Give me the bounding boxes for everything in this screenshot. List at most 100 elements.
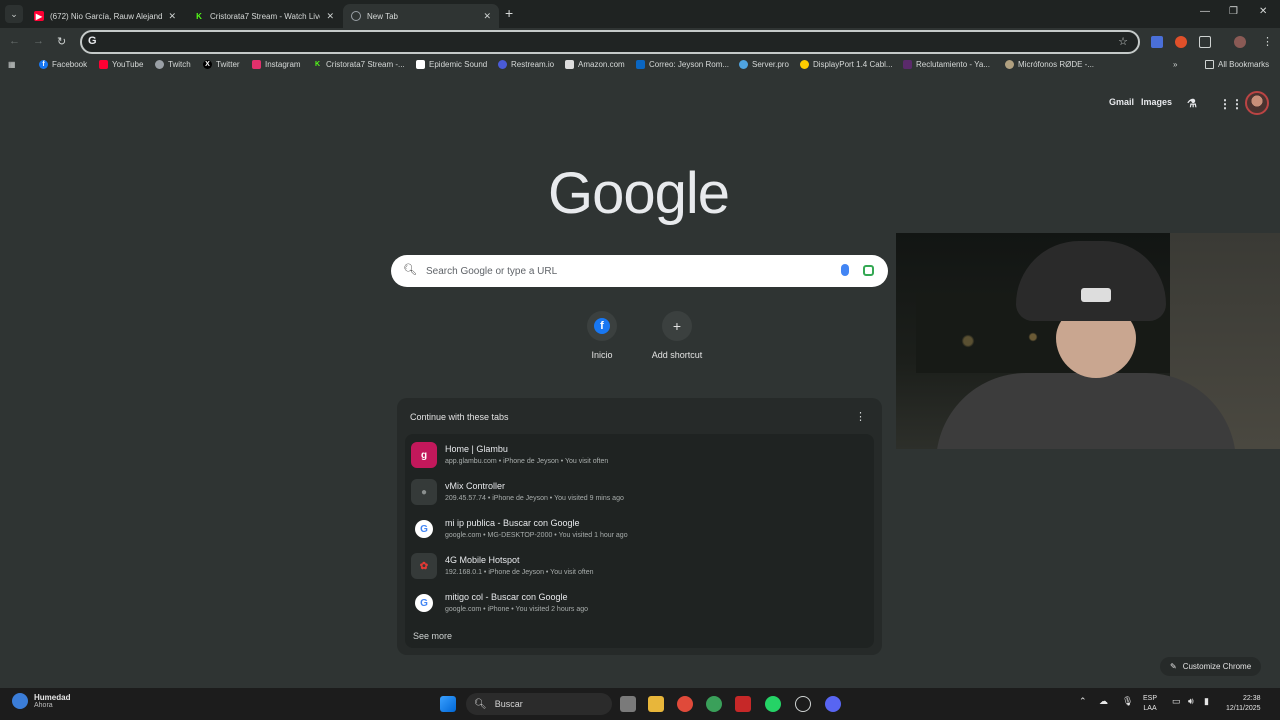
back-icon[interactable]: ←	[9, 35, 20, 47]
plus-icon: +	[662, 311, 692, 341]
google-logo: Google	[548, 161, 730, 226]
new-tab-button[interactable]: +	[505, 5, 513, 21]
volume-icon[interactable]: 🔊︎	[1188, 696, 1194, 707]
item-title: mi ip publica - Buscar con Google	[445, 518, 580, 528]
glambu-icon: g	[411, 442, 437, 468]
tab-title: Cristorata7 Stream - Watch Live	[210, 11, 321, 21]
list-item[interactable]: g Home | Glambu app.glambu.com • iPhone …	[405, 438, 874, 474]
bookmark-restream[interactable]: Restream.io	[498, 60, 554, 69]
minimize-button[interactable]: —	[1200, 6, 1210, 17]
search-icon: 🔍︎	[474, 698, 487, 710]
item-title: mitigo col - Buscar con Google	[445, 592, 568, 602]
taskbar: Humedad Ahora 🔍︎ Buscar ⌃ ☁ 🎙︎ ESP LAA ▭…	[0, 688, 1280, 720]
discord-icon[interactable]	[825, 696, 841, 712]
all-bookmarks-button[interactable]: All Bookmarks	[1205, 60, 1269, 69]
bookmark-server-pro[interactable]: Server.pro	[739, 60, 789, 69]
task-view-icon[interactable]	[620, 696, 636, 712]
customize-label: Customize Chrome	[1182, 662, 1252, 671]
bookmark-youtube[interactable]: YouTube	[99, 60, 143, 69]
facebook-icon: f	[39, 60, 48, 69]
weather-title: Humedad	[34, 693, 71, 702]
search-input[interactable]: Search Google or type a URL	[426, 266, 557, 277]
tab-search-button[interactable]: ⌄	[5, 5, 23, 23]
list-item[interactable]: G mi ip publica - Buscar con Google goog…	[405, 512, 874, 548]
restream-icon	[498, 60, 507, 69]
close-icon[interactable]: ✕	[326, 11, 334, 22]
close-icon[interactable]: ✕	[483, 11, 491, 22]
settings-app-icon[interactable]	[795, 696, 811, 712]
close-window-button[interactable]: ✕	[1259, 6, 1267, 17]
bookmark-facebook[interactable]: f Facebook	[39, 60, 87, 69]
webcam-overlay	[896, 233, 1280, 449]
google-apps-icon[interactable]: ⋮⋮	[1219, 97, 1243, 111]
forward-icon[interactable]: →	[33, 35, 44, 47]
bookmark-twitter[interactable]: X Twitter	[203, 60, 240, 69]
customize-chrome-button[interactable]: ✎ Customize Chrome	[1160, 657, 1262, 676]
labs-flask-icon[interactable]: ⚗	[1187, 97, 1197, 110]
images-link[interactable]: Images	[1141, 97, 1172, 107]
huawei-icon: ✿	[411, 553, 437, 579]
extensions-puzzle-icon[interactable]	[1199, 36, 1211, 48]
add-shortcut-button[interactable]: + Add shortcut	[645, 311, 709, 360]
shortcut-label: Add shortcut	[651, 350, 703, 360]
close-icon[interactable]: ✕	[168, 11, 176, 22]
bookmark-instagram[interactable]: Instagram	[252, 60, 301, 69]
input-language[interactable]: ESP LAA	[1143, 694, 1157, 714]
bookmark-correo[interactable]: Correo: Jeyson Rom...	[636, 60, 729, 69]
system-clock[interactable]: 22:38 12/11/2025	[1226, 694, 1261, 714]
bookmark-rode[interactable]: Micrófonos RØDE -...	[1005, 60, 1094, 69]
item-title: 4G Mobile Hotspot	[445, 555, 520, 565]
media-app-icon[interactable]	[735, 696, 751, 712]
tab-youtube[interactable]: ▶ (672) Nio García, Rauw Alejand ✕	[26, 4, 184, 28]
maximize-button[interactable]: ❐	[1229, 6, 1238, 17]
profile-icon[interactable]	[1234, 36, 1246, 48]
apps-grid-icon[interactable]: ▦	[8, 60, 16, 69]
windows-start-icon[interactable]	[440, 696, 456, 712]
extension-icon[interactable]	[1175, 36, 1187, 48]
bookmark-twitch[interactable]: Twitch	[155, 60, 191, 69]
translate-extension-icon[interactable]	[1151, 36, 1163, 48]
shortcut-inicio[interactable]: f Inicio	[570, 311, 634, 360]
network-icon[interactable]: ▭	[1172, 696, 1181, 707]
chrome-icon[interactable]	[677, 696, 693, 712]
reload-icon[interactable]: ↻	[57, 35, 66, 48]
file-explorer-icon[interactable]	[648, 696, 664, 712]
more-options-icon[interactable]: ⋮	[855, 410, 866, 423]
search-box[interactable]: 🔍︎ Search Google or type a URL	[391, 255, 888, 287]
weather-widget[interactable]: Humedad Ahora	[12, 693, 70, 709]
list-item[interactable]: G mitigo col - Buscar con Google google.…	[405, 586, 874, 622]
microphone-tray-icon[interactable]: 🎙︎	[1122, 696, 1133, 707]
whatsapp-icon[interactable]	[765, 696, 781, 712]
taskbar-search[interactable]: 🔍︎ Buscar	[466, 693, 612, 715]
bookmark-epidemic-sound[interactable]: Epidemic Sound	[416, 60, 487, 69]
globe-icon	[800, 60, 809, 69]
microphone-icon[interactable]	[841, 264, 849, 276]
bookmark-star-icon[interactable]: ☆	[1118, 35, 1128, 48]
bookmark-amazon[interactable]: Amazon.com	[565, 60, 625, 69]
item-title: vMix Controller	[445, 481, 506, 491]
bookmark-reclutamiento[interactable]: Reclutamiento - Ya...	[903, 60, 990, 69]
list-item[interactable]: ● vMix Controller 209.45.57.74 • iPhone …	[405, 475, 874, 511]
tray-chevron-icon[interactable]: ⌃	[1079, 696, 1087, 707]
account-avatar[interactable]	[1245, 91, 1269, 115]
shortcut-label: Inicio	[591, 350, 613, 360]
battery-icon[interactable]: ▮	[1204, 696, 1209, 707]
bookmarks-bar: ▦ f Facebook YouTube Twitch X Twitter Inst…	[0, 58, 1280, 76]
instagram-icon	[252, 60, 261, 69]
google-icon: G	[415, 520, 433, 538]
amazon-icon	[565, 60, 574, 69]
kebab-menu-icon[interactable]: ⋮	[1262, 35, 1273, 48]
bookmark-kick[interactable]: K Cristorata7 Stream -...	[313, 60, 405, 69]
chrome-active-icon[interactable]	[706, 696, 722, 712]
list-item[interactable]: ✿ 4G Mobile Hotspot 192.168.0.1 • iPhone…	[405, 549, 874, 585]
tab-kick-stream[interactable]: K Cristorata7 Stream - Watch Live ✕	[186, 4, 342, 28]
bookmarks-overflow-icon[interactable]: »	[1173, 60, 1177, 69]
tab-new-tab[interactable]: New Tab ✕	[343, 4, 499, 28]
see-more-link[interactable]: See more	[413, 631, 452, 641]
bookmark-displayport[interactable]: DisplayPort 1.4 Cabl...	[800, 60, 893, 69]
address-bar[interactable]: G ☆	[80, 30, 1140, 54]
gmail-link[interactable]: Gmail	[1109, 97, 1134, 107]
onedrive-icon[interactable]: ☁	[1099, 696, 1108, 707]
continue-tabs-panel: Continue with these tabs ⋮ g Home | Glam…	[397, 398, 882, 655]
google-lens-icon[interactable]	[863, 265, 874, 276]
